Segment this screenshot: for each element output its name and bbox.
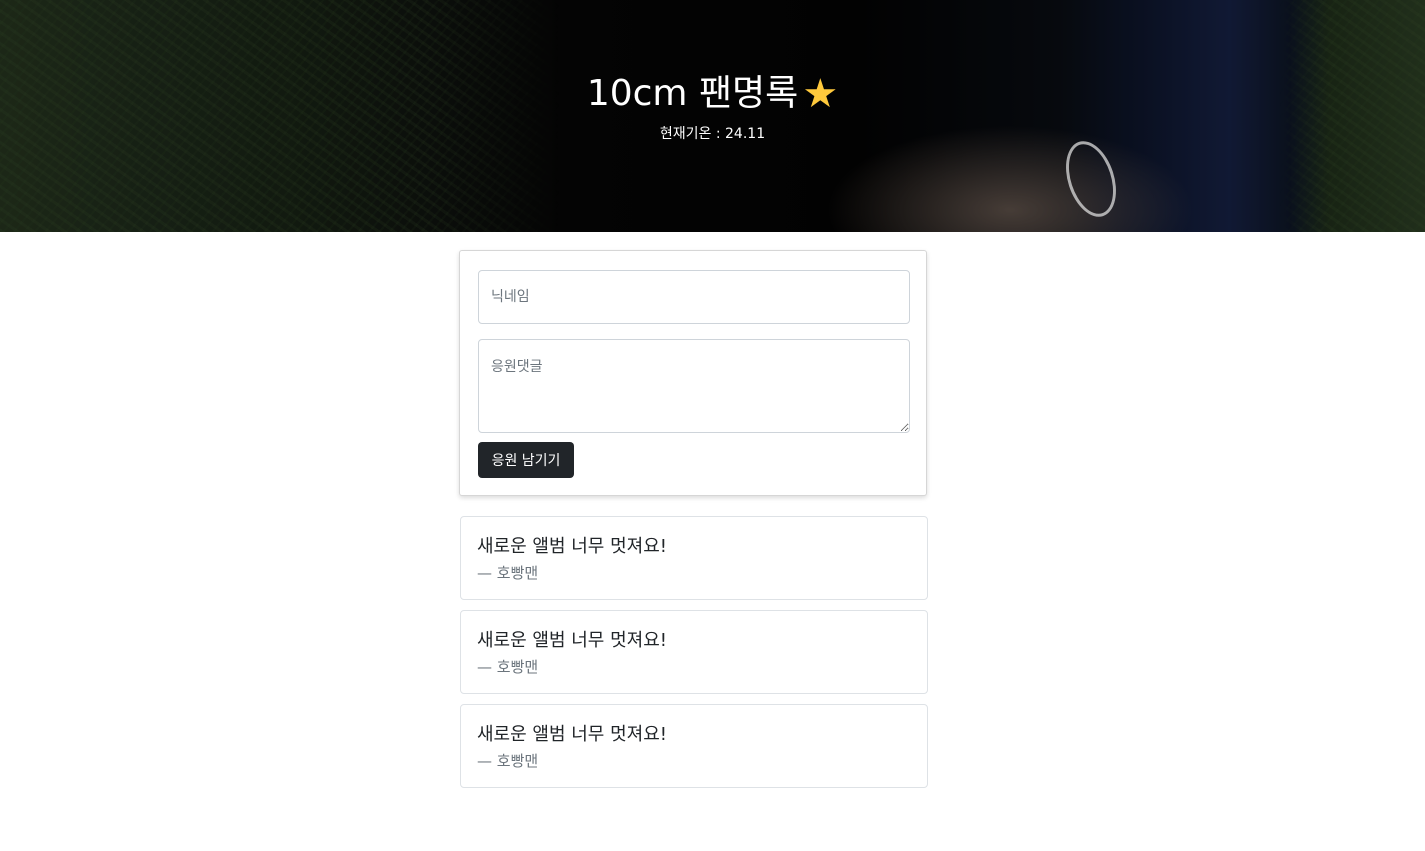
comment-card: 새로운 앨범 너무 멋져요! — 호빵맨 (460, 516, 928, 600)
comment-author: — 호빵맨 (477, 658, 539, 676)
current-temperature: 현재기온 : 24.11 (659, 126, 766, 142)
guestbook-form: 응원 남기기 (459, 250, 927, 496)
comment-author: — 호빵맨 (477, 564, 539, 582)
comment-author: — 호빵맨 (477, 752, 539, 770)
page-title: 10cm 팬명록 ★ (0, 70, 1425, 118)
star-icon: ★ (802, 71, 839, 117)
comment-card: 새로운 앨범 너무 멋져요! — 호빵맨 (460, 704, 928, 788)
comment-text: 새로운 앨범 너무 멋져요! (477, 630, 667, 651)
hero-content: 10cm 팬명록 ★ 현재기온 : 24.11 (0, 70, 1425, 144)
nickname-input[interactable] (478, 270, 910, 324)
hero-banner: 10cm 팬명록 ★ 현재기온 : 24.11 (0, 0, 1425, 232)
submit-cheer-button[interactable]: 응원 남기기 (478, 442, 574, 478)
page-title-text: 10cm 팬명록 (586, 73, 799, 114)
comment-textarea[interactable] (478, 339, 910, 433)
comment-text: 새로운 앨범 너무 멋져요! (477, 724, 667, 745)
comment-card: 새로운 앨범 너무 멋져요! — 호빵맨 (460, 610, 928, 694)
comment-text: 새로운 앨범 너무 멋져요! (477, 536, 667, 557)
